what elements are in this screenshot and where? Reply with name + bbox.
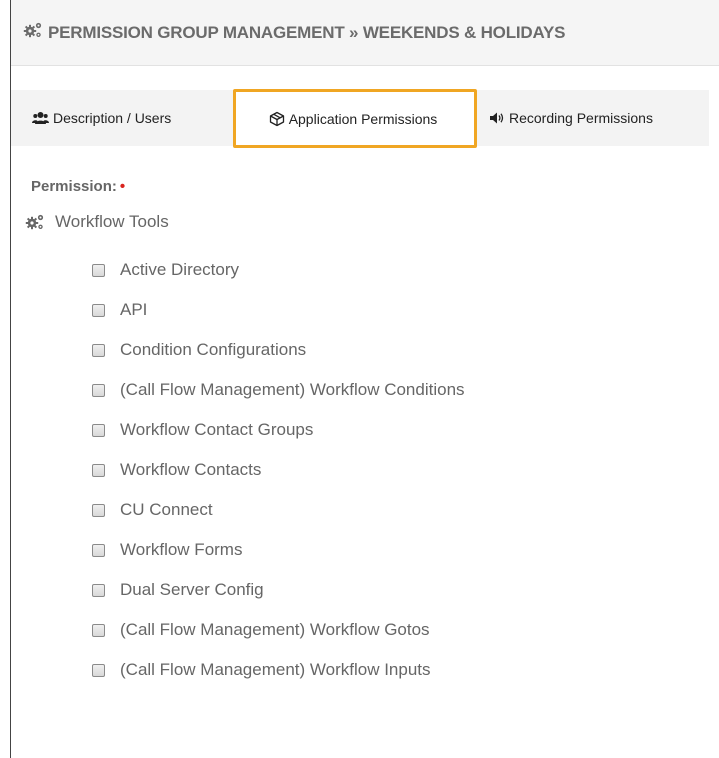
permission-item: Active Directory: [92, 250, 465, 290]
tab-label: Application Permissions: [288, 110, 438, 127]
permission-checkbox[interactable]: [92, 623, 105, 637]
permission-item-label[interactable]: Workflow Contacts: [120, 460, 261, 480]
permission-checkbox[interactable]: [92, 583, 105, 597]
permission-item: Workflow Contacts: [92, 450, 465, 490]
permission-item-label[interactable]: (Call Flow Management) Workflow Inputs: [120, 660, 431, 680]
tab-label: Description / Users: [53, 110, 172, 126]
tab-recording-permissions[interactable]: Recording Permissions: [489, 90, 653, 146]
permission-checkbox[interactable]: [92, 503, 105, 517]
volume-icon: [489, 111, 505, 125]
permission-item: Condition Configurations: [92, 330, 465, 370]
permission-checkbox[interactable]: [92, 263, 105, 277]
permission-item-label[interactable]: Active Directory: [120, 260, 239, 280]
page-title: PERMISSION GROUP MANAGEMENT » WEEKENDS &…: [48, 22, 566, 42]
permission-item: CU Connect: [92, 490, 465, 530]
permission-list: Active Directory API Condition Configura…: [92, 250, 465, 690]
gears-icon: [23, 21, 43, 44]
cube-icon: [269, 111, 285, 127]
permission-checkbox[interactable]: [92, 383, 105, 397]
permission-item-label[interactable]: Condition Configurations: [120, 340, 306, 360]
permission-item-label[interactable]: Workflow Contact Groups: [120, 420, 313, 440]
permission-item-label[interactable]: (Call Flow Management) Workflow Conditio…: [120, 380, 465, 400]
permission-item: (Call Flow Management) Workflow Gotos: [92, 610, 465, 650]
permission-checkbox[interactable]: [92, 423, 105, 437]
users-icon: [32, 111, 49, 125]
permission-checkbox[interactable]: [92, 303, 105, 317]
required-indicator: •: [119, 178, 126, 195]
permission-item: (Call Flow Management) Workflow Inputs: [92, 650, 465, 690]
permission-checkbox[interactable]: [92, 543, 105, 557]
permission-item: Workflow Contact Groups: [92, 410, 465, 450]
permission-checkbox[interactable]: [92, 343, 105, 357]
permission-checkbox[interactable]: [92, 663, 105, 677]
permission-item-label[interactable]: (Call Flow Management) Workflow Gotos: [120, 620, 430, 640]
tab-bar: Description / Users Application Permissi…: [11, 89, 709, 148]
gears-icon: [25, 213, 45, 231]
permission-label-text: Permission:: [31, 178, 117, 195]
permission-item-label[interactable]: API: [120, 300, 147, 320]
tab-label: Recording Permissions: [509, 110, 653, 126]
permission-checkbox[interactable]: [92, 463, 105, 477]
permission-item-label[interactable]: Dual Server Config: [120, 580, 264, 600]
group-label: Workflow Tools: [55, 212, 169, 231]
tab-description-users[interactable]: Description / Users: [32, 90, 171, 146]
permission-item-label[interactable]: CU Connect: [120, 500, 213, 520]
page-frame: PERMISSION GROUP MANAGEMENT » WEEKENDS &…: [10, 0, 719, 758]
tab-application-permissions[interactable]: Application Permissions: [233, 89, 477, 148]
permission-item: (Call Flow Management) Workflow Conditio…: [92, 370, 465, 410]
permission-item-label[interactable]: Workflow Forms: [120, 540, 242, 560]
permission-label: Permission: •: [31, 178, 125, 195]
permission-item: Workflow Forms: [92, 530, 465, 570]
page-header: PERMISSION GROUP MANAGEMENT » WEEKENDS &…: [11, 0, 719, 66]
permission-item: Dual Server Config: [92, 570, 465, 610]
permission-item: API: [92, 290, 465, 330]
permission-group-workflow-tools: Workflow Tools: [25, 212, 169, 232]
